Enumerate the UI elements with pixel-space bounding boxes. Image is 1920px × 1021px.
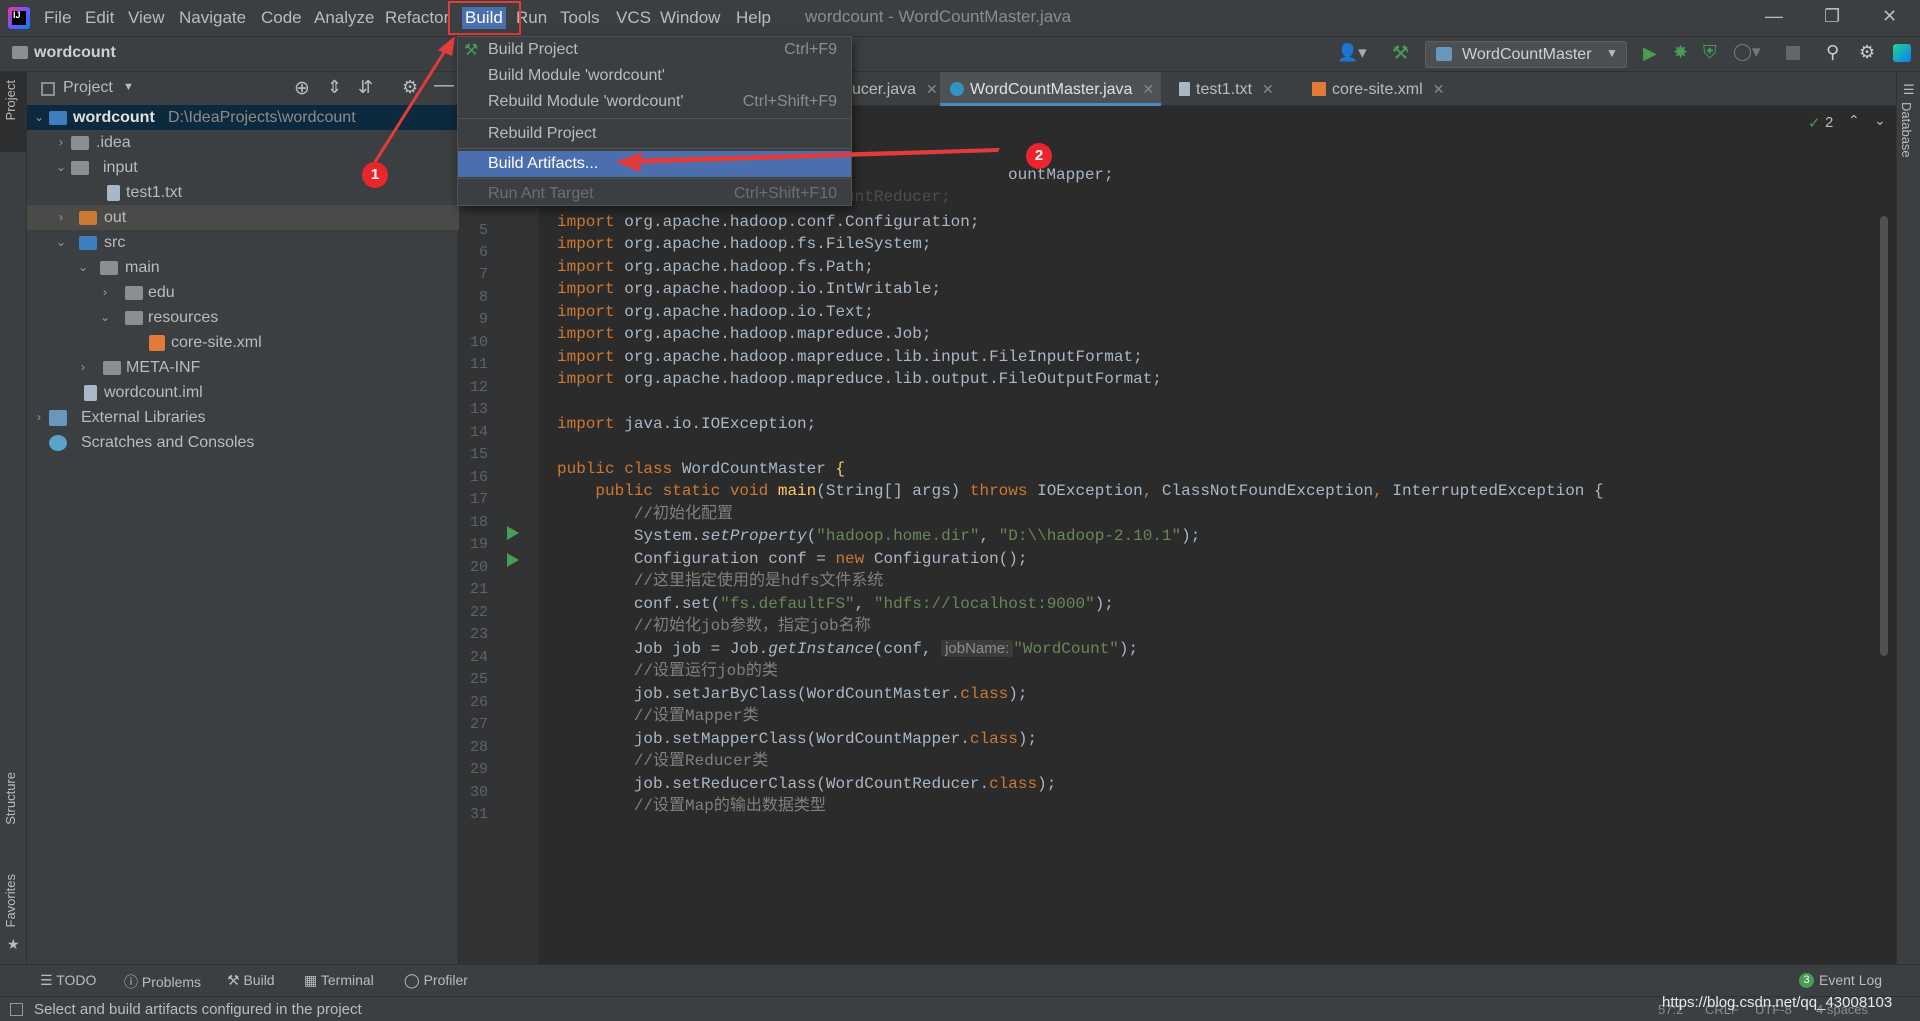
annotation-arrows [373, 36, 1000, 172]
profiler-icon: ◯ [404, 972, 424, 988]
annotation-badge-2: 2 [1026, 143, 1052, 169]
problems-tool-button[interactable]: ⓘ Problems [124, 972, 201, 992]
annotation-badge-1: 1 [362, 162, 388, 188]
terminal-tool-button[interactable]: ▦ Terminal [304, 972, 374, 989]
todo-tool-button[interactable]: ☰ TODO [40, 972, 96, 989]
list-icon: ☰ [40, 972, 57, 988]
tool-window-toggle-icon[interactable] [10, 1003, 23, 1016]
watermark-text: https://blog.csdn.net/qq_43008103 [1662, 994, 1893, 1011]
event-log-tool-button[interactable]: Event Log [1819, 972, 1882, 988]
arrow-line-1 [373, 45, 450, 163]
arrow-line-2 [620, 148, 1000, 164]
event-log-count-badge: 3 [1799, 973, 1814, 988]
arrow-head-1 [438, 36, 455, 56]
status-bar: Select and build artifacts configured in… [0, 994, 1920, 1021]
status-message: Select and build artifacts configured in… [34, 1001, 362, 1018]
build-tool-button[interactable]: ⚒ Build [227, 972, 275, 989]
terminal-icon: ▦ [304, 972, 321, 988]
bottom-tool-bar: ☰ TODO ⓘ Problems ⚒ Build ▦ Terminal ◯ P… [0, 964, 1920, 996]
build-hammer-icon: ⚒ [227, 972, 244, 988]
profiler-tool-button[interactable]: ◯ Profiler [404, 972, 468, 989]
arrow-head-2 [616, 152, 642, 172]
problems-icon: ⓘ [124, 974, 142, 990]
